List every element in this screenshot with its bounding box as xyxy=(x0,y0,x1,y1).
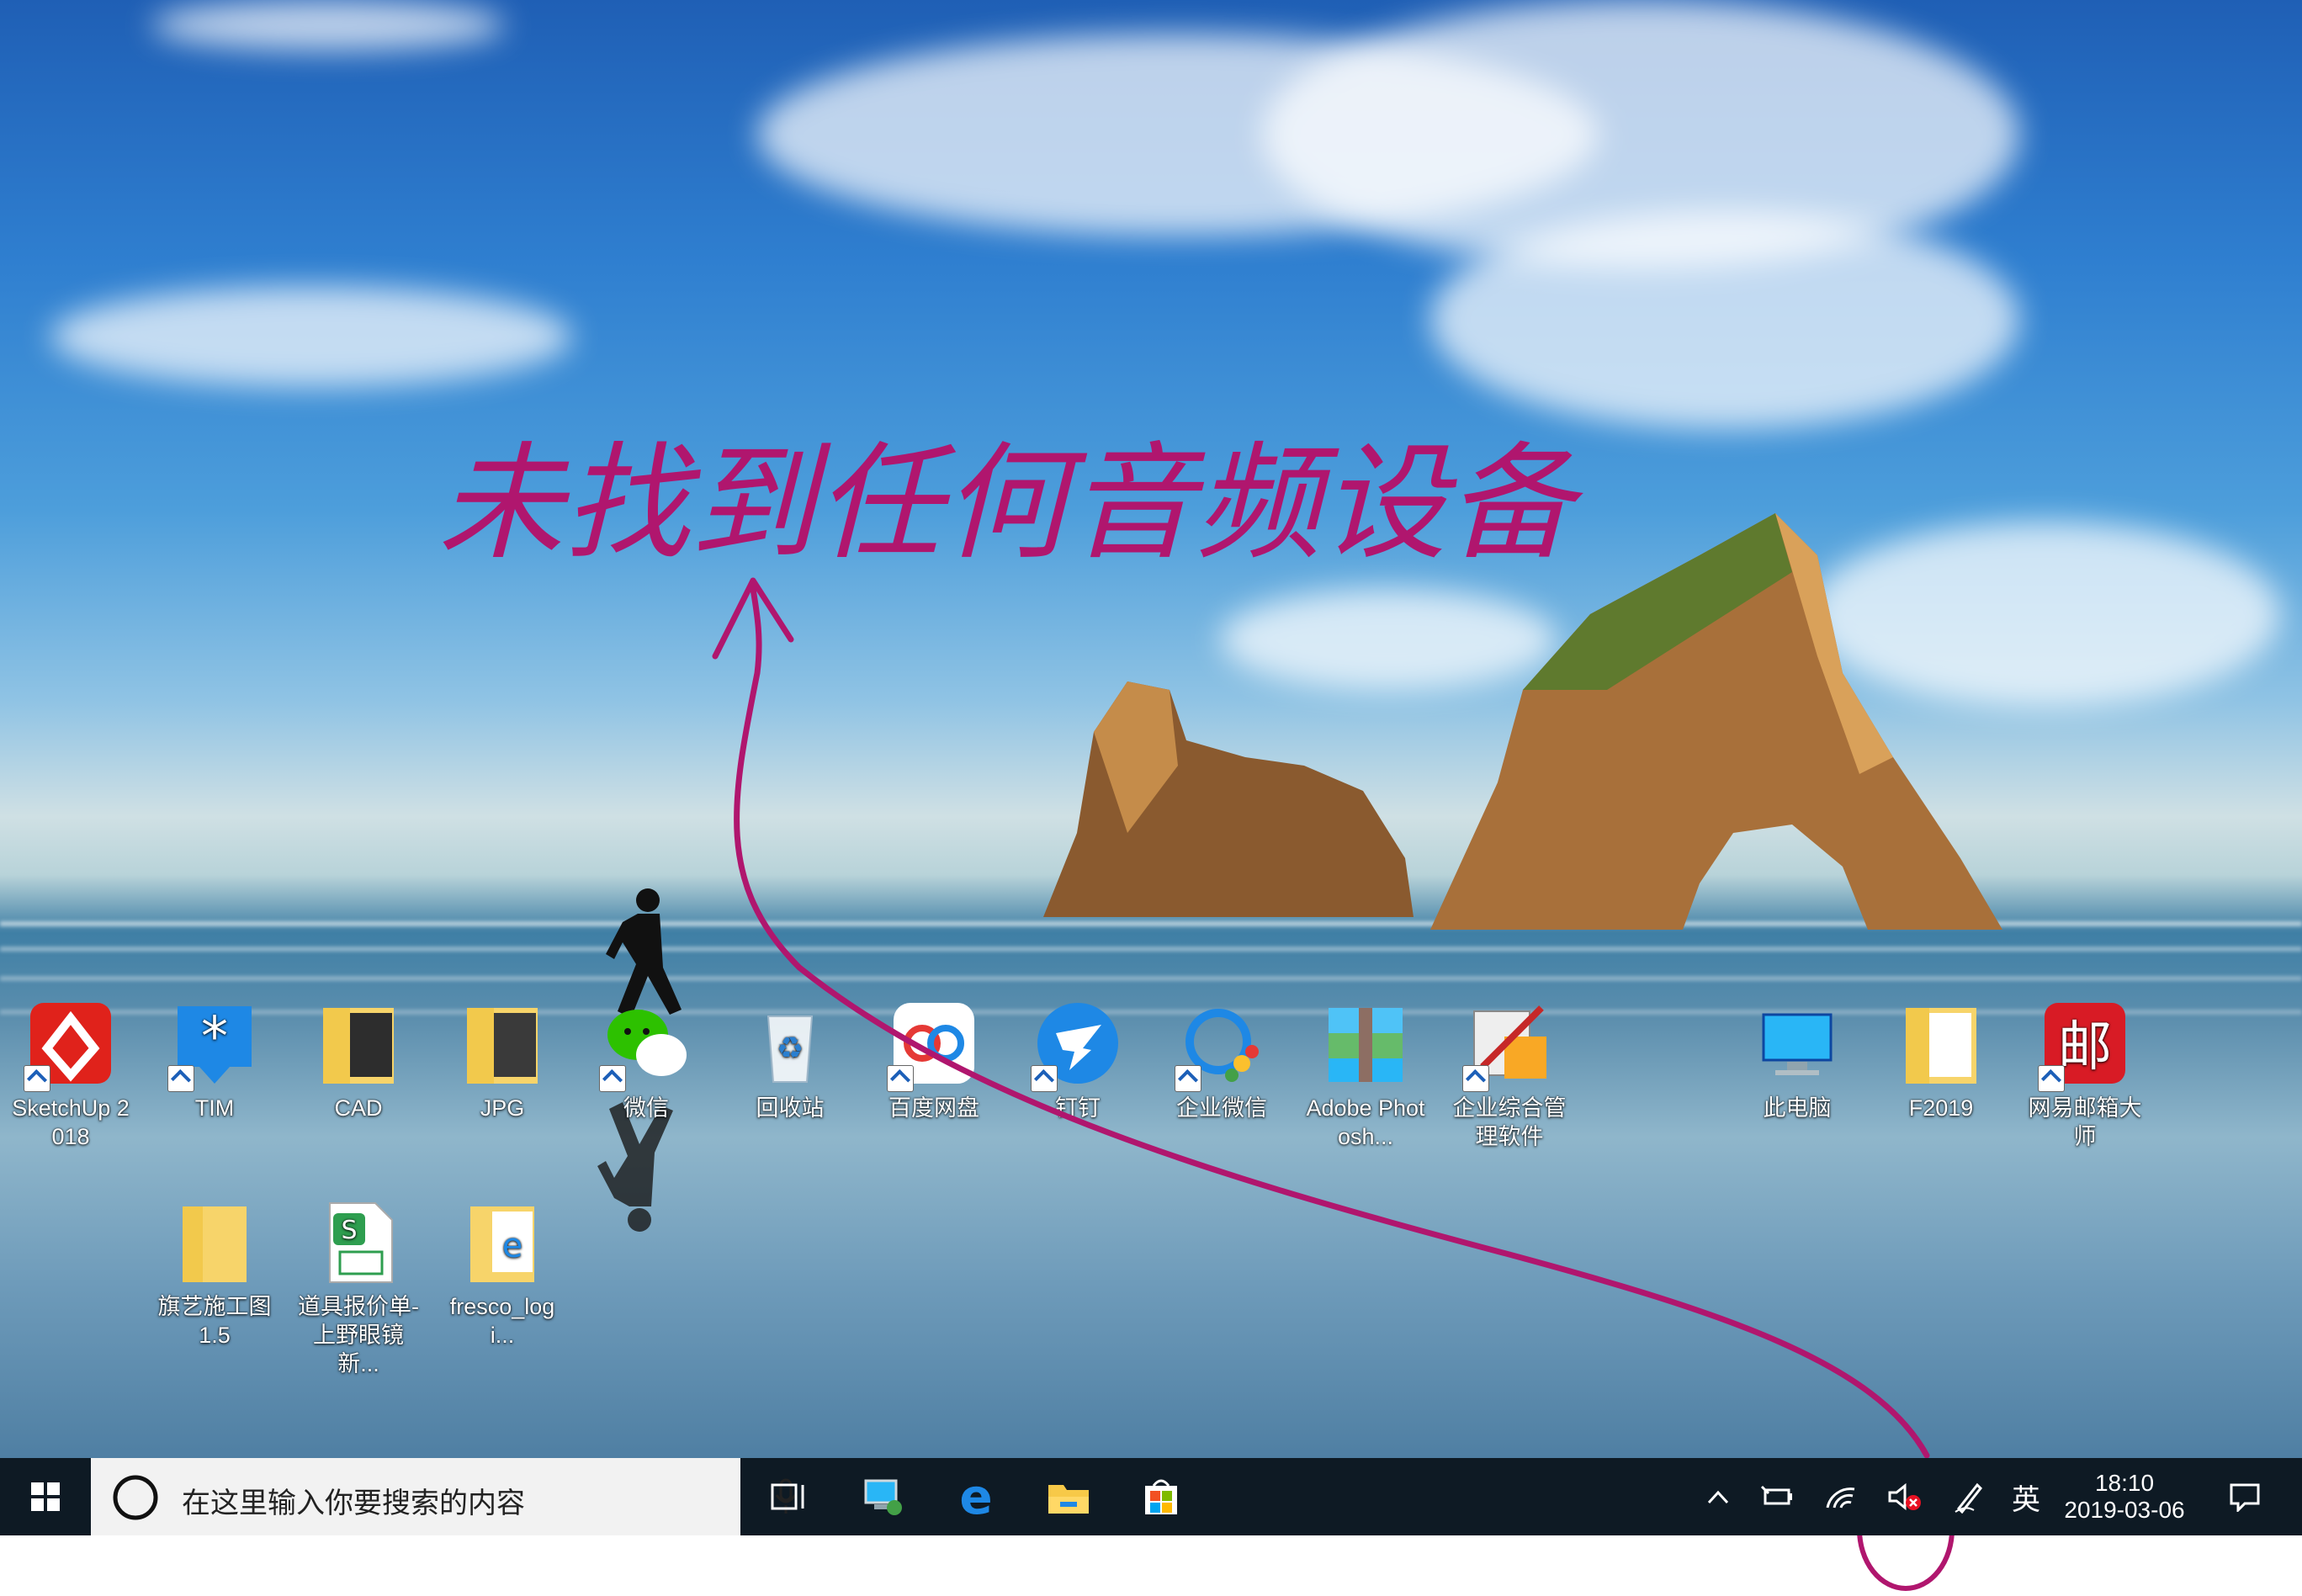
task-view-icon xyxy=(771,1483,804,1510)
search-placeholder: 在这里输入你要搜索的内容 xyxy=(182,1487,525,1519)
store-icon xyxy=(1145,1479,1177,1514)
clock-time: 18:10 xyxy=(2094,1470,2155,1496)
taskbar-remote-desktop[interactable] xyxy=(841,1458,926,1535)
taskbar: 在这里输入你要搜索的内容 e 英 18:10 2019-03-06 xyxy=(0,1458,2302,1535)
taskbar-edge[interactable]: e xyxy=(934,1458,1018,1535)
tray-network[interactable] xyxy=(1817,1458,1864,1535)
tray-battery[interactable] xyxy=(1753,1458,1801,1535)
cortana-icon xyxy=(113,1475,158,1520)
pen-icon xyxy=(1955,1482,1983,1514)
start-button[interactable] xyxy=(0,1458,91,1535)
tray-clock[interactable]: 18:10 2019-03-06 xyxy=(2053,1458,2196,1535)
chevron-up-icon xyxy=(1707,1490,1729,1504)
battery-icon xyxy=(1760,1485,1792,1505)
remote-desktop-icon xyxy=(864,1479,902,1515)
notification-icon xyxy=(2230,1483,2260,1512)
edge-icon: e xyxy=(959,1468,993,1525)
show-hidden-icons-button[interactable] xyxy=(1700,1458,1737,1535)
handwritten-annotation: 未找到任何音频设备 xyxy=(438,431,1955,1591)
windows-logo-icon xyxy=(31,1482,60,1511)
clock-date: 2019-03-06 xyxy=(2064,1497,2185,1523)
taskbar-search-box[interactable]: 在这里输入你要搜索的内容 xyxy=(91,1458,797,1535)
file-explorer-icon xyxy=(1048,1485,1089,1514)
tray-input-language[interactable]: 英 xyxy=(2002,1458,2050,1535)
input-language-label: 英 xyxy=(2012,1483,2040,1516)
volume-muted-icon xyxy=(1888,1482,1921,1511)
annotation-arrow-line xyxy=(734,586,1930,1459)
wifi-icon xyxy=(1826,1487,1855,1509)
action-center-button[interactable] xyxy=(2211,1458,2278,1535)
annotation-text: 未找到任何音频设备 xyxy=(438,431,1583,577)
taskbar-file-explorer[interactable] xyxy=(1026,1458,1111,1535)
tray-volume[interactable] xyxy=(1878,1458,1932,1535)
task-view-button[interactable] xyxy=(749,1458,830,1535)
taskbar-store[interactable] xyxy=(1119,1458,1203,1535)
tray-pen-workspace[interactable] xyxy=(1945,1458,1992,1535)
